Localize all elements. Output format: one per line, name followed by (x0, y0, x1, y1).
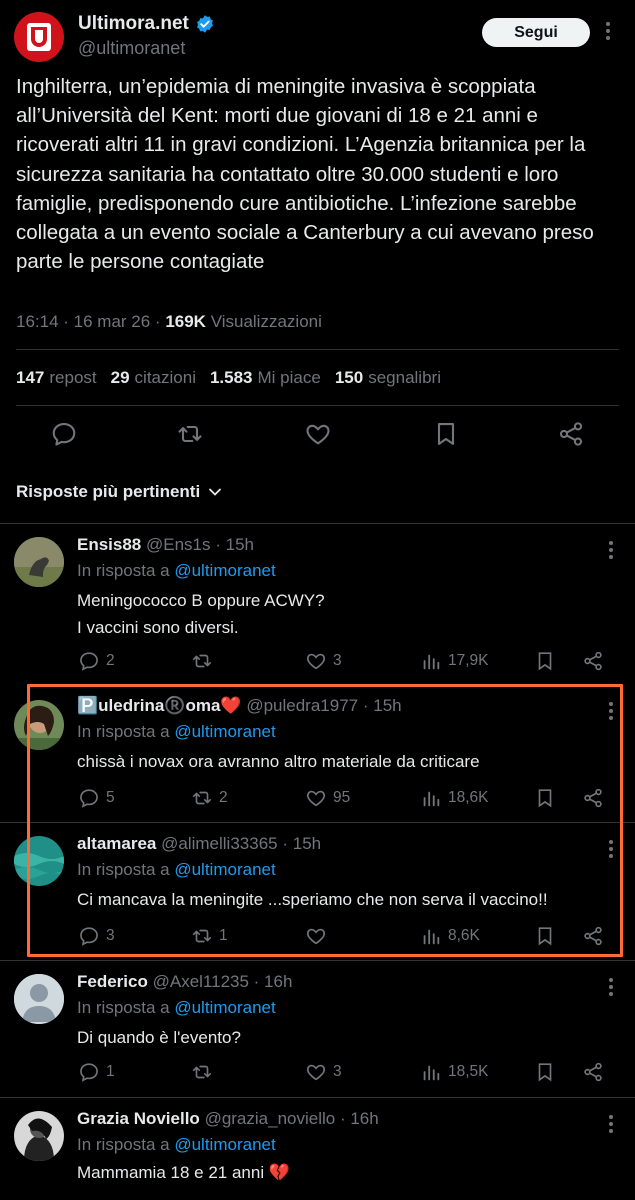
highlight-box (27, 684, 623, 957)
repost-icon (192, 1065, 212, 1079)
more-options-icon[interactable] (609, 541, 613, 559)
author-avatar[interactable] (14, 12, 64, 62)
share-icon[interactable] (557, 420, 585, 448)
reply-time[interactable]: · 16h (254, 972, 293, 991)
quotes-stat[interactable]: 29 citazioni (111, 368, 196, 388)
author-name-row[interactable]: Ultimora.net (78, 13, 215, 35)
views-count: 169K (165, 312, 206, 331)
divider (16, 405, 619, 406)
reply-to-link[interactable]: @ultimoranet (174, 1135, 275, 1154)
reply-icon (80, 652, 98, 671)
verified-badge-icon (196, 15, 213, 33)
bookmark-icon (538, 652, 552, 671)
reply-context-label: In risposta a (77, 1135, 170, 1154)
reply-author-handle[interactable]: @grazia_noviello (205, 1109, 336, 1128)
reply-bookmark-button[interactable] (534, 650, 556, 672)
views-icon (423, 654, 440, 670)
reply-comment-button[interactable]: 2 (78, 650, 115, 672)
share-icon (584, 1062, 602, 1082)
reply-repost-button[interactable] (191, 650, 219, 672)
post-meta: 16:14 · 16 mar 26 · 169K Visualizzazioni (16, 312, 322, 332)
bookmark-icon (538, 1063, 552, 1082)
reply-item[interactable]: Grazia Noviello @grazia_noviello · 16h I… (0, 1097, 635, 1200)
replies-sort-dropdown[interactable]: Risposte più pertinenti (16, 482, 222, 502)
reply-text: Mammamia 18 e 21 anni 💔 (77, 1163, 290, 1182)
post-text: Inghilterra, un’epidemia di meningite in… (16, 75, 600, 274)
bookmarks-stat[interactable]: 150 segnalibri (335, 368, 441, 388)
reply-author-name[interactable]: Grazia Noviello (77, 1109, 200, 1128)
reply-repost-button[interactable] (191, 1061, 219, 1083)
more-options-icon[interactable] (606, 22, 610, 40)
share-icon (584, 651, 602, 671)
views-icon (423, 1065, 440, 1081)
author-name[interactable]: Ultimora.net (78, 13, 189, 35)
post-actions (0, 420, 635, 450)
reply-to-link[interactable]: @ultimoranet (174, 561, 275, 580)
reply-share-button[interactable] (582, 650, 604, 672)
like-icon[interactable] (304, 420, 332, 448)
reply-context-label: In risposta a (77, 998, 170, 1017)
reply-to-link[interactable]: @ultimoranet (174, 998, 275, 1017)
reposts-stat[interactable]: 147 repost (16, 368, 97, 388)
reply-comment-button[interactable]: 1 (78, 1061, 115, 1083)
likes-stat[interactable]: 1.583 Mi piace (210, 368, 321, 388)
reply-icon (80, 1063, 98, 1082)
views-label: Visualizzazioni (210, 312, 322, 331)
reply-time[interactable]: · 16h (340, 1109, 379, 1128)
author-handle[interactable]: @ultimoranet (78, 38, 185, 59)
more-options-icon[interactable] (609, 978, 613, 996)
reply-time[interactable]: · 15h (215, 535, 254, 554)
reply-like-button[interactable]: 3 (305, 650, 342, 672)
repost-icon (192, 654, 212, 668)
reply-item[interactable]: Federico @Axel11235 · 16h In risposta a … (0, 960, 635, 1098)
default-avatar-icon (14, 974, 64, 1024)
reply-share-button[interactable] (582, 1061, 604, 1083)
divider (16, 349, 619, 350)
replies-sort-label: Risposte più pertinenti (16, 482, 201, 501)
reply-like-button[interactable]: 3 (305, 1061, 342, 1083)
chevron-down-icon (209, 488, 222, 496)
reply-context-label: In risposta a (77, 561, 170, 580)
reply-author-name[interactable]: Federico (77, 972, 148, 991)
follow-button[interactable]: Segui (482, 18, 590, 47)
reply-actions: 1 3 18,5K (0, 1061, 635, 1083)
reply-author-name[interactable]: Ensis88 (77, 535, 141, 554)
more-options-icon[interactable] (609, 1115, 613, 1133)
reply-icon[interactable] (50, 420, 78, 448)
reply-text: Di quando è l'evento? (77, 1028, 241, 1047)
avatar[interactable] (14, 1111, 64, 1161)
reply-text: Meningococco B oppure ACWY? I vaccini so… (77, 591, 325, 637)
reply-author-handle[interactable]: @Axel11235 (153, 972, 249, 991)
like-icon (306, 1064, 326, 1081)
repost-icon[interactable] (176, 420, 204, 448)
reply-views[interactable]: 17,9K (420, 650, 489, 672)
post-stats: 147 repost 29 citazioni 1.583 Mi piace 150 s… (16, 368, 441, 388)
bookmark-icon[interactable] (432, 420, 460, 448)
avatar[interactable] (14, 974, 64, 1024)
reply-item[interactable]: Ensis88 @Ens1s · 15h In risposta a @ulti… (0, 523, 635, 683)
reply-views[interactable]: 18,5K (420, 1061, 489, 1083)
reply-bookmark-button[interactable] (534, 1061, 556, 1083)
ultimora-logo-icon (27, 23, 51, 51)
avatar[interactable] (14, 537, 64, 587)
reply-actions: 2 3 17,9K (0, 650, 635, 672)
post-time[interactable]: 16:14 · 16 mar 26 · (16, 312, 165, 331)
reply-author-handle[interactable]: @Ens1s (146, 535, 211, 554)
like-icon (306, 653, 326, 670)
